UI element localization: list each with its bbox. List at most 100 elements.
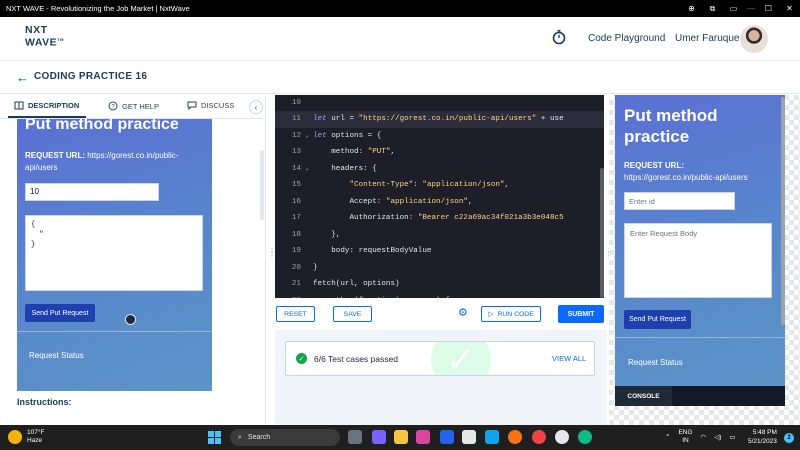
code-line[interactable]: 19 body: requestBodyValue [275,243,604,260]
chat-icon [187,101,197,110]
editor-scrollbar[interactable] [600,168,604,298]
line-number: 19 [291,247,301,255]
code-editor[interactable]: 10 11 let url = "https://gorest.co.in/publ… [275,95,604,298]
code-line[interactable]: 11 let url = "https://gorest.co.in/public… [275,110,604,128]
code-token: , [390,148,396,156]
code-line[interactable]: 14 ⌄ headers: { [275,160,604,177]
code-token: let [313,131,327,140]
left-scrollbar[interactable] [260,150,264,220]
clock-date: 5/21/2023 [748,437,777,445]
code-line[interactable]: 10 [275,95,604,111]
sidebar-toggle-icon[interactable]: ▭ [723,0,744,17]
page-title: CODING PRACTICE 16 [34,71,148,82]
run-code-button[interactable]: ▷ RUN CODE [481,306,541,322]
code-token: .then(function(response) { [313,297,450,299]
code-token: , [504,181,509,189]
line-number: 21 [291,280,301,288]
code-token: "https://gorest.co.in/public-api/users" [358,115,537,123]
maximize-button[interactable]: ☐ [758,0,779,17]
language-indicator[interactable]: ENG IN [678,429,692,445]
code-line[interactable]: 21 fetch(url, options) [275,276,604,293]
left-tabs: DESCRIPTION ? GET HELP DISCUSS ‹ [0,95,266,119]
code-line[interactable]: 16 Accept: "application/json", [275,193,604,210]
wifi-icon[interactable]: ◠ [701,433,707,441]
reset-button[interactable]: RESET [276,306,315,322]
id-input[interactable]: Enter id [624,192,735,210]
taskbar-search[interactable]: ⌕ Search [230,429,340,446]
send-put-request-button[interactable]: Send Put Request [624,310,691,329]
weather-widget[interactable]: 107°F Haze [8,429,44,445]
volume-icon[interactable]: ◁) [714,433,721,441]
description-preview-image: Put method practice REQUEST URL: https:/… [17,119,212,391]
console-bar: CONSOLE [615,386,785,406]
user-name[interactable]: Umer Faruque [675,33,739,44]
zoom-icon[interactable]: ⊕ [681,0,702,17]
nxtwave-logo[interactable]: NXT WAVETM [25,25,64,48]
minimize-button[interactable]: — [744,0,758,17]
code-line[interactable]: 12 ⌄ let options = { [275,127,604,144]
code-line[interactable]: 18 }, [275,226,604,243]
view-all-link[interactable]: VIEW ALL [552,354,586,363]
gear-icon[interactable]: ⚙ [458,306,470,319]
vscode-icon[interactable] [485,430,499,444]
left-splitter-handle[interactable]: ⋮ ⋮ [268,248,276,260]
collapse-panel-button[interactable]: ‹ [249,100,263,114]
save-button[interactable]: SAVE [333,306,372,322]
code-token: + use [536,115,564,123]
output-scrollbar[interactable] [781,97,785,325]
code-line[interactable]: 20} [275,259,604,276]
teams-icon[interactable] [372,430,386,444]
photos-icon[interactable] [462,430,476,444]
taskbar-clock[interactable]: 5:48 PM 5/21/2023 [748,429,777,446]
install-app-icon[interactable]: ⧉ [702,0,723,17]
submit-button[interactable]: SUBMIT [558,305,604,323]
active-tab-indicator [8,116,86,118]
tab-get-help-label: GET HELP [122,101,159,111]
store-icon[interactable] [440,430,454,444]
weather-condition: Haze [27,437,43,444]
back-arrow-icon[interactable]: ← [16,70,29,85]
instagram-icon[interactable] [416,430,430,444]
line-number: 10 [291,98,301,107]
console-tab[interactable]: CONSOLE [615,386,672,406]
code-line[interactable]: 17 Authorization: "Bearer c22a69ac34f021… [275,210,604,227]
large-check-icon: ✓ [431,342,491,375]
preview-heading: Put method practice [25,119,179,133]
edge-icon[interactable] [578,430,592,444]
preview-request-url: REQUEST URL: https://gorest.co.in/public… [25,150,205,174]
stopwatch-icon[interactable] [551,29,567,45]
play-icon: ▷ [488,311,494,318]
request-body-textarea[interactable]: Enter Request Body [624,223,772,298]
battery-icon[interactable]: ▭ [729,433,735,441]
windows-start-icon[interactable] [208,431,221,444]
chevron-up-icon[interactable]: ⌃ [665,433,670,441]
code-playground-link[interactable]: Code Playground [588,33,665,44]
tab-discuss[interactable]: DISCUSS [187,101,234,110]
fold-chevron-icon[interactable]: ⌄ [305,164,313,173]
code-line[interactable]: 15 "Content-Type": "application/json", [275,177,604,194]
code-token: }, [313,230,341,239]
run-code-label: RUN CODE [497,310,534,318]
fold-chevron-icon[interactable]: ⌄ [305,131,313,140]
tab-get-help[interactable]: ? GET HELP [108,101,159,111]
notification-badge[interactable]: 2 [784,433,794,443]
weather-temp: 107°F [27,429,45,436]
task-view-icon[interactable] [348,430,362,444]
chrome-icon[interactable] [532,430,546,444]
close-button[interactable]: ✕ [779,0,800,17]
code-token: "application/json" [422,181,505,189]
output-request-url: https://gorest.co.in/public-api/users [624,173,748,182]
code-line[interactable]: 22 .then(function(response) { [275,292,604,299]
nxtwave-app-icon[interactable] [555,430,569,444]
preview-body-field: { " } [25,215,203,291]
tab-description[interactable]: DESCRIPTION [14,101,79,110]
code-line[interactable]: 13 method: "PUT", [275,144,604,161]
avatar[interactable] [740,25,768,53]
firefox-icon[interactable] [508,430,522,444]
file-explorer-icon[interactable] [394,430,408,444]
code-token: "application/json" [385,197,468,206]
code-token: } [313,263,318,272]
request-status-text: Request Status [628,358,683,367]
test-result-card: ✓ ✓ 6/6 Test cases passed VIEW ALL [285,341,595,376]
instructions-heading: Instructions: [17,397,72,407]
